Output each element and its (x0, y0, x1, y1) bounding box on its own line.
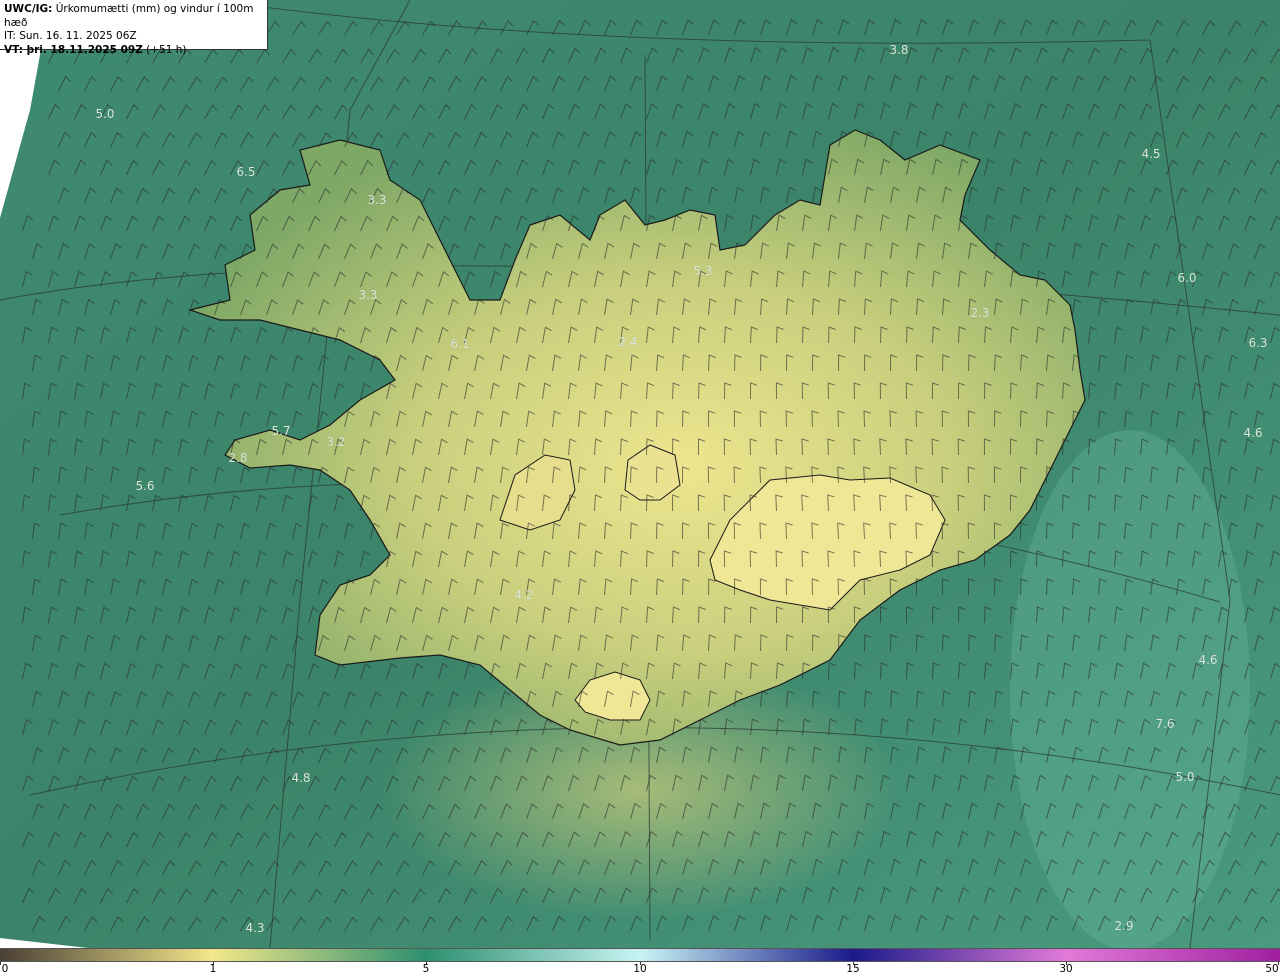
map-value-label: 4.6 (1243, 426, 1263, 440)
title-line: UWC/IG: Úrkomumætti (mm) og vindur í 100… (4, 3, 263, 30)
valid-offset: (+51 h) (146, 43, 187, 56)
map-value-label: 5.7 (271, 424, 291, 438)
map-value-label: 2.4 (618, 335, 638, 349)
map-value-label: 5.0 (95, 107, 115, 121)
product-code: UWC/IG: (4, 3, 53, 15)
colorbar-tick-label: 10 (633, 963, 647, 975)
map-value-label: 2.9 (1114, 919, 1134, 933)
map-value-label: 4.2 (514, 588, 534, 602)
precip-colorbar (0, 948, 1280, 962)
map-value-label: 6.0 (1177, 271, 1197, 285)
precip-plume-east (1010, 430, 1250, 948)
valid-time: VT: þri. 18.11.2025 09Z (4, 43, 143, 56)
valid-time-line: VT: þri. 18.11.2025 09Z (+51 h) (4, 44, 263, 58)
map-value-label: 4.3 (245, 921, 265, 935)
map-value-label: 2.3 (970, 306, 990, 320)
map-value-label: 6.5 (236, 165, 256, 179)
colorbar-tick-label: 1 (209, 963, 217, 975)
map-value-label: 5.6 (135, 479, 155, 493)
map-value-label: 6.3 (1248, 336, 1268, 350)
map-value-label: 3.3 (367, 193, 387, 207)
map-value-label: 6.1 (450, 337, 470, 351)
forecast-map (0, 0, 1280, 948)
map-value-label: 3.2 (326, 435, 346, 449)
forecast-info-box: UWC/IG: Úrkomumætti (mm) og vindur í 100… (0, 0, 268, 56)
colorbar-tick-label: 50 (1265, 963, 1279, 975)
map-value-label: 3.3 (358, 288, 378, 302)
map-value-label: 5.3 (693, 264, 713, 278)
issue-time: IT: Sun. 16. 11. 2025 06Z (4, 30, 137, 42)
colorbar-tick-label: 5 (422, 963, 430, 975)
map-value-label: 5.0 (1175, 770, 1195, 784)
map-value-label: 4.6 (1198, 653, 1218, 667)
map-value-label: 3.8 (889, 43, 909, 57)
colorbar-tick-label: 15 (846, 963, 860, 975)
colorbar-tick-label: 0 (1, 963, 9, 975)
map-value-label: 2.8 (228, 451, 248, 465)
map-panel: 3.8 5.0 6.5 3.3 4.5 5.3 6.0 3.3 2.3 6.1 … (0, 0, 1280, 978)
colorbar-tick-label: 30 (1059, 963, 1073, 975)
map-value-label: 4.5 (1141, 147, 1161, 161)
map-value-label: 4.8 (291, 771, 311, 785)
map-value-label: 7.6 (1155, 717, 1175, 731)
